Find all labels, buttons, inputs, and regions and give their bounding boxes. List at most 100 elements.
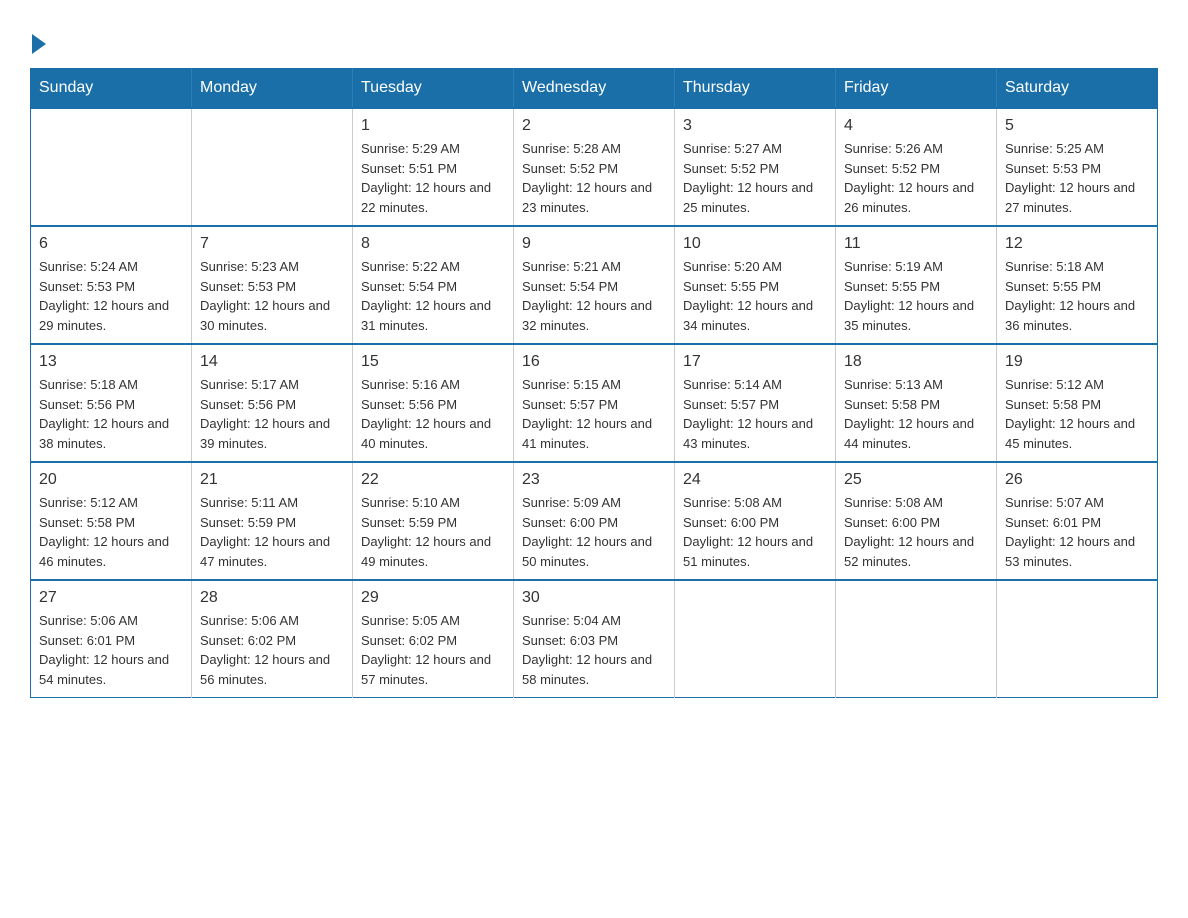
day-number: 22: [361, 471, 505, 489]
calendar-cell: 26 Sunrise: 5:07 AMSunset: 6:01 PMDayligh…: [997, 462, 1158, 580]
calendar-body: 1 Sunrise: 5:29 AMSunset: 5:51 PMDaylight…: [31, 108, 1158, 698]
day-number: 15: [361, 353, 505, 371]
day-info: Sunrise: 5:14 AMSunset: 5:57 PMDaylight:…: [683, 375, 827, 453]
day-number: 27: [39, 589, 183, 607]
day-info: Sunrise: 5:19 AMSunset: 5:55 PMDaylight:…: [844, 257, 988, 335]
day-of-week-tuesday: Tuesday: [353, 69, 514, 109]
calendar-week-1: 1 Sunrise: 5:29 AMSunset: 5:51 PMDaylight…: [31, 108, 1158, 226]
day-number: 21: [200, 471, 344, 489]
day-number: 1: [361, 117, 505, 135]
day-number: 5: [1005, 117, 1149, 135]
calendar-week-4: 20Sunrise: 5:12 AMSunset: 5:58 PMDayligh…: [31, 462, 1158, 580]
day-info: Sunrise: 5:22 AMSunset: 5:54 PMDaylight:…: [361, 257, 505, 335]
calendar-cell: 23 Sunrise: 5:09 AMSunset: 6:00 PMDayligh…: [514, 462, 675, 580]
page-header: [30, 30, 1158, 48]
calendar-cell: 4 Sunrise: 5:26 AMSunset: 5:52 PMDaylight…: [836, 108, 997, 226]
calendar-cell: 21 Sunrise: 5:11 AMSunset: 5:59 PMDayligh…: [192, 462, 353, 580]
day-number: 20: [39, 471, 183, 489]
calendar-cell: 29Sunrise: 5:05 AMSunset: 6:02 PMDayligh…: [353, 580, 514, 698]
day-number: 19: [1005, 353, 1149, 371]
day-info: Sunrise: 5:29 AMSunset: 5:51 PMDaylight:…: [361, 139, 505, 217]
day-of-week-friday: Friday: [836, 69, 997, 109]
calendar-cell: 28 Sunrise: 5:06 AMSunset: 6:02 PMDayligh…: [192, 580, 353, 698]
calendar-cell: 27 Sunrise: 5:06 AMSunset: 6:01 PMDayligh…: [31, 580, 192, 698]
calendar-week-3: 13 Sunrise: 5:18 AMSunset: 5:56 PMDayligh…: [31, 344, 1158, 462]
calendar-cell: [675, 580, 836, 698]
day-info: Sunrise: 5:18 AMSunset: 5:55 PMDaylight:…: [1005, 257, 1149, 335]
day-of-week-thursday: Thursday: [675, 69, 836, 109]
day-number: 2: [522, 117, 666, 135]
calendar-cell: 24 Sunrise: 5:08 AMSunset: 6:00 PMDayligh…: [675, 462, 836, 580]
day-number: 13: [39, 353, 183, 371]
calendar-cell: 10Sunrise: 5:20 AMSunset: 5:55 PMDayligh…: [675, 226, 836, 344]
day-number: 30: [522, 589, 666, 607]
day-info: Sunrise: 5:07 AMSunset: 6:01 PMDaylight:…: [1005, 493, 1149, 571]
day-number: 11: [844, 235, 988, 253]
calendar-cell: [31, 108, 192, 226]
day-info: Sunrise: 5:26 AMSunset: 5:52 PMDaylight:…: [844, 139, 988, 217]
day-info: Sunrise: 5:17 AMSunset: 5:56 PMDaylight:…: [200, 375, 344, 453]
day-number: 6: [39, 235, 183, 253]
day-info: Sunrise: 5:27 AMSunset: 5:52 PMDaylight:…: [683, 139, 827, 217]
day-number: 17: [683, 353, 827, 371]
calendar-cell: 3 Sunrise: 5:27 AMSunset: 5:52 PMDaylight…: [675, 108, 836, 226]
day-number: 8: [361, 235, 505, 253]
day-of-week-sunday: Sunday: [31, 69, 192, 109]
calendar-cell: 17 Sunrise: 5:14 AMSunset: 5:57 PMDayligh…: [675, 344, 836, 462]
day-number: 29: [361, 589, 505, 607]
day-number: 28: [200, 589, 344, 607]
day-info: Sunrise: 5:15 AMSunset: 5:57 PMDaylight:…: [522, 375, 666, 453]
day-number: 10: [683, 235, 827, 253]
day-info: Sunrise: 5:11 AMSunset: 5:59 PMDaylight:…: [200, 493, 344, 571]
calendar-cell: 8 Sunrise: 5:22 AMSunset: 5:54 PMDaylight…: [353, 226, 514, 344]
day-number: 9: [522, 235, 666, 253]
day-info: Sunrise: 5:06 AMSunset: 6:02 PMDaylight:…: [200, 611, 344, 689]
calendar-cell: 22 Sunrise: 5:10 AMSunset: 5:59 PMDayligh…: [353, 462, 514, 580]
day-info: Sunrise: 5:25 AMSunset: 5:53 PMDaylight:…: [1005, 139, 1149, 217]
day-info: Sunrise: 5:04 AMSunset: 6:03 PMDaylight:…: [522, 611, 666, 689]
day-info: Sunrise: 5:12 AMSunset: 5:58 PMDaylight:…: [1005, 375, 1149, 453]
day-number: 16: [522, 353, 666, 371]
day-number: 23: [522, 471, 666, 489]
day-of-week-saturday: Saturday: [997, 69, 1158, 109]
day-info: Sunrise: 5:10 AMSunset: 5:59 PMDaylight:…: [361, 493, 505, 571]
calendar-cell: 13 Sunrise: 5:18 AMSunset: 5:56 PMDayligh…: [31, 344, 192, 462]
calendar-cell: 16 Sunrise: 5:15 AMSunset: 5:57 PMDayligh…: [514, 344, 675, 462]
day-info: Sunrise: 5:16 AMSunset: 5:56 PMDaylight:…: [361, 375, 505, 453]
calendar-cell: [192, 108, 353, 226]
day-number: 12: [1005, 235, 1149, 253]
calendar-cell: 9 Sunrise: 5:21 AMSunset: 5:54 PMDaylight…: [514, 226, 675, 344]
day-number: 24: [683, 471, 827, 489]
calendar-cell: 2Sunrise: 5:28 AMSunset: 5:52 PMDaylight…: [514, 108, 675, 226]
day-of-week-wednesday: Wednesday: [514, 69, 675, 109]
day-info: Sunrise: 5:13 AMSunset: 5:58 PMDaylight:…: [844, 375, 988, 453]
calendar-cell: 5 Sunrise: 5:25 AMSunset: 5:53 PMDaylight…: [997, 108, 1158, 226]
day-number: 18: [844, 353, 988, 371]
day-info: Sunrise: 5:09 AMSunset: 6:00 PMDaylight:…: [522, 493, 666, 571]
calendar-table: SundayMondayTuesdayWednesdayThursdayFrid…: [30, 68, 1158, 698]
day-info: Sunrise: 5:23 AMSunset: 5:53 PMDaylight:…: [200, 257, 344, 335]
calendar-cell: 19 Sunrise: 5:12 AMSunset: 5:58 PMDayligh…: [997, 344, 1158, 462]
logo-arrow-icon: [32, 34, 46, 54]
calendar-cell: 6 Sunrise: 5:24 AMSunset: 5:53 PMDaylight…: [31, 226, 192, 344]
calendar-cell: 25Sunrise: 5:08 AMSunset: 6:00 PMDayligh…: [836, 462, 997, 580]
calendar-header: SundayMondayTuesdayWednesdayThursdayFrid…: [31, 69, 1158, 109]
day-number: 3: [683, 117, 827, 135]
calendar-cell: 15 Sunrise: 5:16 AMSunset: 5:56 PMDayligh…: [353, 344, 514, 462]
calendar-cell: 20Sunrise: 5:12 AMSunset: 5:58 PMDayligh…: [31, 462, 192, 580]
days-of-week-row: SundayMondayTuesdayWednesdayThursdayFrid…: [31, 69, 1158, 109]
day-number: 7: [200, 235, 344, 253]
calendar-week-5: 27 Sunrise: 5:06 AMSunset: 6:01 PMDayligh…: [31, 580, 1158, 698]
calendar-cell: 1 Sunrise: 5:29 AMSunset: 5:51 PMDaylight…: [353, 108, 514, 226]
day-number: 4: [844, 117, 988, 135]
calendar-cell: 12 Sunrise: 5:18 AMSunset: 5:55 PMDayligh…: [997, 226, 1158, 344]
day-info: Sunrise: 5:06 AMSunset: 6:01 PMDaylight:…: [39, 611, 183, 689]
day-number: 26: [1005, 471, 1149, 489]
day-info: Sunrise: 5:18 AMSunset: 5:56 PMDaylight:…: [39, 375, 183, 453]
day-info: Sunrise: 5:24 AMSunset: 5:53 PMDaylight:…: [39, 257, 183, 335]
day-number: 25: [844, 471, 988, 489]
calendar-cell: [836, 580, 997, 698]
day-info: Sunrise: 5:08 AMSunset: 6:00 PMDaylight:…: [683, 493, 827, 571]
day-number: 14: [200, 353, 344, 371]
day-info: Sunrise: 5:21 AMSunset: 5:54 PMDaylight:…: [522, 257, 666, 335]
